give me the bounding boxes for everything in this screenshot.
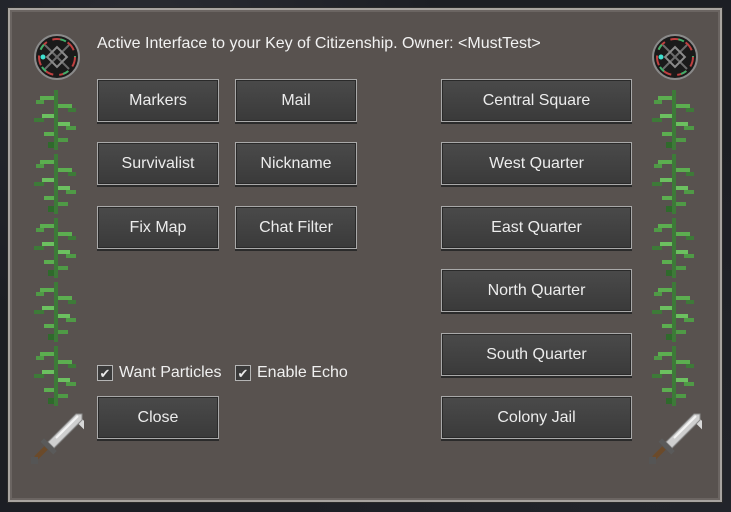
- fix-map-button[interactable]: Fix Map: [97, 206, 219, 249]
- markers-button[interactable]: Markers: [97, 79, 219, 122]
- want-particles-checkbox[interactable]: ✔: [97, 365, 113, 381]
- chat-filter-button[interactable]: Chat Filter: [235, 206, 357, 249]
- north-quarter-button[interactable]: North Quarter: [441, 269, 632, 312]
- vine-icon: [34, 282, 76, 342]
- south-quarter-button[interactable]: South Quarter: [441, 333, 632, 376]
- key-emblem-icon: [34, 34, 80, 80]
- mail-button[interactable]: Mail: [235, 79, 357, 122]
- vine-icon: [652, 218, 694, 278]
- colony-jail-button[interactable]: Colony Jail: [441, 396, 632, 439]
- vine-icon: [652, 90, 694, 150]
- vine-icon: [34, 346, 76, 406]
- enable-echo-checkbox[interactable]: ✔: [235, 365, 251, 381]
- want-particles-option[interactable]: ✔ Want Particles: [97, 364, 222, 382]
- vine-icon: [34, 90, 76, 150]
- vine-icon: [652, 346, 694, 406]
- enable-echo-label: Enable Echo: [257, 364, 348, 381]
- vine-icon: [34, 218, 76, 278]
- sword-icon: [646, 408, 702, 464]
- close-button[interactable]: Close: [97, 396, 219, 439]
- central-square-button[interactable]: Central Square: [441, 79, 632, 122]
- key-emblem-icon: [652, 34, 698, 80]
- enable-echo-option[interactable]: ✔ Enable Echo: [235, 364, 348, 382]
- vine-icon: [652, 154, 694, 214]
- panel-title: Active Interface to your Key of Citizens…: [97, 35, 541, 52]
- survivalist-button[interactable]: Survivalist: [97, 142, 219, 185]
- sword-icon: [28, 408, 84, 464]
- east-quarter-button[interactable]: East Quarter: [441, 206, 632, 249]
- want-particles-label: Want Particles: [119, 364, 222, 381]
- vine-icon: [652, 282, 694, 342]
- nickname-button[interactable]: Nickname: [235, 142, 357, 185]
- vine-icon: [34, 154, 76, 214]
- west-quarter-button[interactable]: West Quarter: [441, 142, 632, 185]
